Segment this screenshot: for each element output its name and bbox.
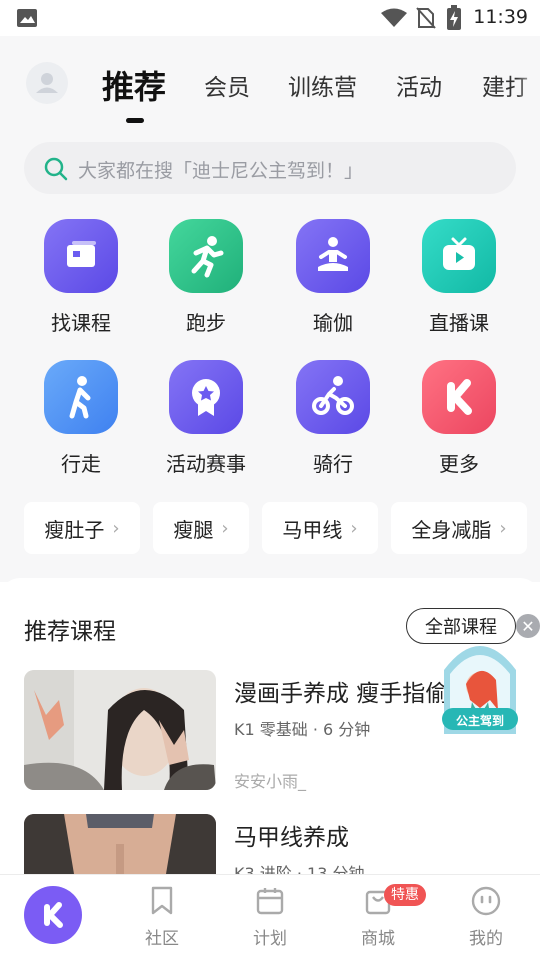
- keep-logo-icon: [44, 902, 63, 928]
- chip-belly[interactable]: 瘦肚子 ›: [24, 502, 140, 554]
- category-label: 找课程: [51, 311, 111, 335]
- search-icon: [44, 157, 68, 181]
- nav-label: 我的: [469, 929, 503, 949]
- profile-face-icon: [471, 886, 501, 916]
- category-live-class[interactable]: 直播课: [404, 219, 514, 336]
- walking-icon: [44, 360, 118, 434]
- chevron-right-icon: ›: [350, 517, 358, 539]
- chip-label: 全身减脂: [411, 517, 492, 542]
- chip-full-body[interactable]: 全身减脂 ›: [391, 502, 527, 554]
- course-meta: K1 零基础 · 6 分钟: [234, 720, 371, 739]
- course-title[interactable]: 漫画手养成 瘦手指偷: [234, 674, 448, 708]
- tv-play-icon: [422, 219, 496, 293]
- course-title[interactable]: 马甲线养成: [234, 818, 349, 852]
- category-label: 跑步: [186, 311, 226, 335]
- calendar-icon: [256, 888, 284, 915]
- status-time: 11:39: [473, 6, 528, 28]
- search-placeholder: 大家都在搜「迪士尼公主驾到！」: [78, 160, 364, 182]
- cycling-icon: [296, 360, 370, 434]
- chip-label: 瘦肚子: [44, 517, 105, 542]
- medal-star-icon: [169, 360, 243, 434]
- bookmark-icon: [151, 886, 173, 915]
- no-sim-icon: [416, 7, 436, 29]
- nav-profile[interactable]: 我的: [446, 886, 526, 949]
- category-find-course[interactable]: 找课程: [26, 219, 136, 336]
- category-label: 行走: [61, 452, 101, 476]
- nav-community[interactable]: 社区: [122, 886, 202, 949]
- category-events[interactable]: 活动赛事: [151, 360, 261, 477]
- tab-fade: [516, 36, 540, 136]
- chevron-right-icon: ›: [221, 517, 229, 539]
- nav-label: 社区: [145, 929, 179, 949]
- search-bar[interactable]: 大家都在搜「迪士尼公主驾到！」: [24, 142, 516, 194]
- course-thumbnail[interactable]: [24, 670, 216, 790]
- running-icon: [169, 219, 243, 293]
- nav-home-button[interactable]: [24, 886, 82, 944]
- chip-abs[interactable]: 马甲线 ›: [262, 502, 378, 554]
- tab-activities[interactable]: 活动: [396, 68, 442, 102]
- category-label: 活动赛事: [166, 452, 246, 476]
- nav-plan[interactable]: 计划: [230, 886, 310, 949]
- category-cycling[interactable]: 骑行: [278, 360, 388, 477]
- category-walking[interactable]: 行走: [26, 360, 136, 477]
- chevron-right-icon: ›: [499, 517, 507, 539]
- wifi-icon: [381, 8, 407, 27]
- category-label: 骑行: [313, 452, 353, 476]
- category-more[interactable]: 更多: [404, 360, 514, 477]
- chip-legs[interactable]: 瘦腿 ›: [153, 502, 249, 554]
- image-notification-icon: [17, 9, 37, 27]
- keep-logo-icon: [422, 360, 496, 434]
- category-label: 更多: [439, 452, 479, 476]
- category-yoga[interactable]: 瑜伽: [278, 219, 388, 336]
- nav-label: 计划: [253, 929, 287, 949]
- nav-label: 商城: [361, 929, 395, 949]
- course-thumbnail[interactable]: [24, 814, 216, 874]
- active-tab-indicator: [126, 118, 144, 123]
- section-title: 推荐课程: [24, 619, 116, 645]
- chevron-right-icon: ›: [112, 517, 120, 539]
- category-label: 瑜伽: [313, 311, 353, 335]
- battery-charging-icon: [447, 5, 461, 30]
- tab-membership[interactable]: 会员: [204, 68, 250, 102]
- yoga-icon: [296, 219, 370, 293]
- course-author: 安安小雨_: [234, 772, 307, 791]
- category-label: 直播课: [429, 311, 489, 335]
- status-bar: 11:39: [0, 0, 540, 36]
- course-card-icon: [44, 219, 118, 293]
- chip-label: 马甲线: [282, 517, 343, 542]
- tab-training-camp[interactable]: 训练营: [288, 68, 357, 102]
- promo-floating-badge[interactable]: 公主驾到: [436, 630, 524, 740]
- avatar[interactable]: [26, 62, 68, 104]
- tab-recommend[interactable]: 推荐: [102, 62, 166, 108]
- promo-label: 公主驾到: [455, 714, 504, 728]
- category-running[interactable]: 跑步: [151, 219, 261, 336]
- user-icon: [36, 73, 58, 93]
- sale-badge: 特惠: [384, 884, 426, 906]
- chip-label: 瘦腿: [173, 517, 214, 542]
